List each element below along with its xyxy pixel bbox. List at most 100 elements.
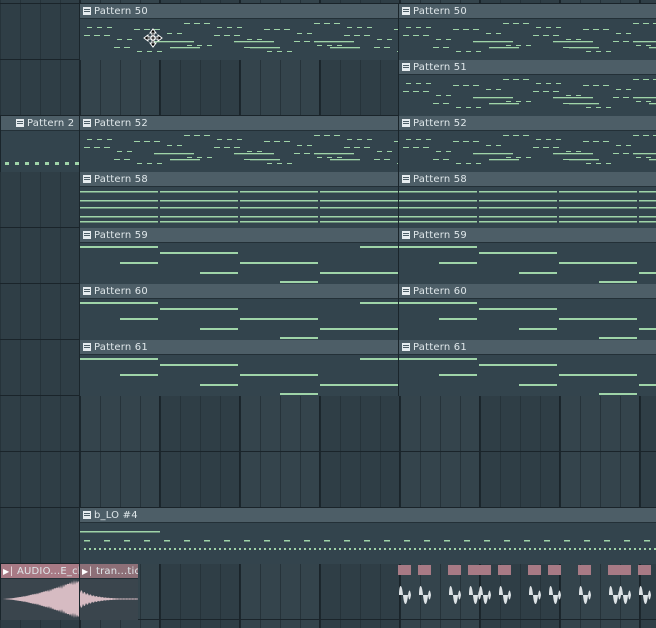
pattern-clip[interactable]: Pattern 61 bbox=[79, 340, 399, 396]
pattern-clip[interactable]: Pattern 50 bbox=[398, 4, 656, 60]
clip-label: Pattern 61 bbox=[94, 341, 148, 353]
mini-audio-clip[interactable] bbox=[418, 565, 431, 575]
audio-clip-icon: ▶│ bbox=[3, 566, 14, 576]
clip-notes bbox=[399, 75, 656, 116]
clip-label: Pattern 2 bbox=[27, 117, 75, 129]
pattern-icon bbox=[83, 119, 91, 127]
playlist-area[interactable]: Pattern 50 Pattern 50 Pattern 51 Pattern… bbox=[0, 0, 656, 628]
clip-label: Pattern 59 bbox=[413, 229, 467, 241]
note-preview bbox=[399, 302, 656, 339]
mini-audio-clip[interactable] bbox=[498, 565, 511, 575]
clip-notes bbox=[80, 355, 398, 396]
clip-label: Pattern 51 bbox=[413, 61, 467, 73]
pattern-clip[interactable]: Pattern 51 bbox=[398, 60, 656, 116]
pattern-clip[interactable]: Pattern 59 bbox=[79, 228, 399, 284]
pattern-icon bbox=[402, 231, 410, 239]
mini-audio-clip[interactable] bbox=[478, 565, 491, 575]
clip-label: Pattern 60 bbox=[94, 285, 148, 297]
clip-label: tran...tion bbox=[95, 565, 138, 577]
pattern-icon bbox=[83, 231, 91, 239]
pattern-clip[interactable]: Pattern 60 bbox=[398, 284, 656, 340]
mini-audio-clip[interactable] bbox=[528, 565, 541, 575]
clip-label: Pattern 58 bbox=[413, 173, 467, 185]
mini-waveform bbox=[639, 586, 651, 604]
note-preview bbox=[80, 246, 398, 283]
mini-waveform bbox=[399, 586, 411, 604]
clip-notes bbox=[80, 19, 398, 60]
note-preview bbox=[84, 23, 398, 52]
clip-label: Pattern 61 bbox=[413, 341, 467, 353]
mini-audio-clip[interactable] bbox=[638, 565, 651, 575]
waveform-shape bbox=[1, 580, 80, 618]
pattern-icon bbox=[402, 7, 410, 15]
clip-label: Pattern 58 bbox=[94, 173, 148, 185]
pattern-clip[interactable]: b_LO #4 bbox=[79, 508, 656, 564]
pattern-clip[interactable]: Pattern 59 bbox=[398, 228, 656, 284]
mini-audio-clip[interactable] bbox=[618, 565, 631, 575]
pattern-clip[interactable]: Pattern 60 bbox=[79, 284, 399, 340]
mini-waveform bbox=[549, 586, 561, 604]
clip-notes bbox=[399, 299, 656, 340]
clip-notes bbox=[80, 299, 398, 340]
pattern-icon bbox=[402, 63, 410, 71]
pattern-icon bbox=[83, 511, 91, 519]
note-preview bbox=[403, 23, 656, 52]
pattern-clip[interactable]: Pattern 58 bbox=[79, 172, 399, 228]
clip-notes bbox=[80, 243, 398, 284]
note-preview bbox=[80, 358, 398, 395]
pattern-icon bbox=[402, 287, 410, 295]
pattern-icon bbox=[402, 175, 410, 183]
mini-audio-clip[interactable] bbox=[398, 565, 411, 575]
clip-notes bbox=[80, 187, 398, 228]
mini-waveform bbox=[529, 586, 541, 604]
pattern-icon bbox=[16, 119, 24, 127]
waveform-shape bbox=[80, 590, 138, 608]
clip-notes bbox=[80, 523, 656, 564]
note-preview bbox=[80, 531, 656, 550]
note-preview bbox=[399, 191, 656, 223]
waveform bbox=[80, 579, 138, 620]
mini-waveform bbox=[419, 586, 431, 604]
mini-audio-clip[interactable] bbox=[578, 565, 591, 575]
clip-label: Pattern 50 bbox=[94, 5, 148, 17]
clip-label: Pattern 52 bbox=[94, 117, 148, 129]
note-preview bbox=[399, 358, 656, 395]
note-preview bbox=[399, 246, 656, 283]
pattern-clip[interactable]: Pattern 58 bbox=[398, 172, 656, 228]
pattern-icon bbox=[402, 119, 410, 127]
clip-label: b_LO #4 bbox=[94, 509, 138, 521]
mini-waveform bbox=[619, 586, 631, 604]
pattern-icon bbox=[83, 175, 91, 183]
note-preview bbox=[80, 302, 398, 339]
clip-notes bbox=[399, 187, 656, 228]
pattern-icon bbox=[83, 7, 91, 15]
audio-clip[interactable]: ▶│tran...tion bbox=[79, 564, 138, 620]
note-preview bbox=[403, 79, 656, 108]
pattern-icon bbox=[83, 343, 91, 351]
mini-audio-clip[interactable] bbox=[548, 565, 561, 575]
clip-notes bbox=[399, 19, 656, 60]
pattern-clip[interactable]: Pattern 50 bbox=[79, 4, 399, 60]
audio-clip[interactable]: ▶│AUDIO...E_ch1 bbox=[0, 564, 80, 620]
mini-waveform bbox=[479, 586, 491, 604]
pattern-icon bbox=[402, 343, 410, 351]
note-preview bbox=[403, 135, 656, 164]
audio-clip-icon: ▶│ bbox=[82, 566, 93, 576]
clip-label: Pattern 50 bbox=[413, 5, 467, 17]
pattern-clip[interactable]: Pattern 52 bbox=[398, 116, 656, 172]
clip-label: Pattern 59 bbox=[94, 229, 148, 241]
pattern-clip[interactable]: Pattern 61 bbox=[398, 340, 656, 396]
pattern-clip[interactable]: Pattern 2 bbox=[0, 116, 80, 172]
mini-waveform bbox=[449, 586, 461, 604]
waveform bbox=[1, 579, 80, 620]
clip-label: AUDIO...E_ch1 bbox=[16, 565, 80, 577]
pattern-icon bbox=[83, 287, 91, 295]
clip-notes bbox=[1, 131, 79, 172]
clip-label: Pattern 60 bbox=[413, 285, 467, 297]
pattern-clip[interactable]: Pattern 52 bbox=[79, 116, 399, 172]
mini-audio-clip[interactable] bbox=[448, 565, 461, 575]
mini-waveform bbox=[579, 586, 591, 604]
clip-notes bbox=[399, 131, 656, 172]
clip-notes bbox=[399, 243, 656, 284]
note-preview bbox=[84, 135, 398, 164]
